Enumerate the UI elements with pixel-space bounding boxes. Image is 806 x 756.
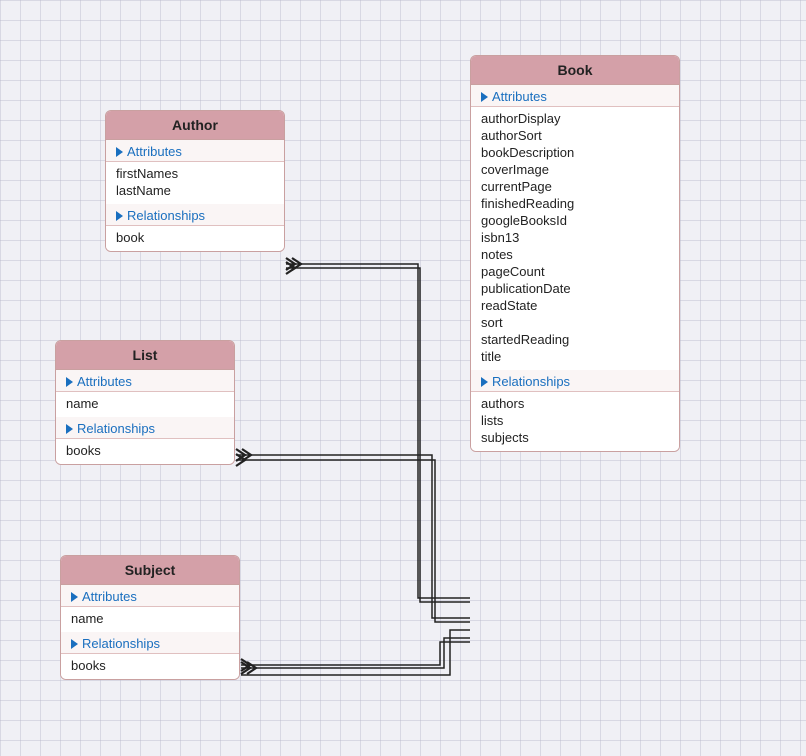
entity-list-attributes-label: Attributes	[56, 370, 234, 392]
field-authors: authors	[481, 395, 669, 412]
field-subjects: subjects	[481, 429, 669, 446]
entity-book: Book Attributes authorDisplay authorSort…	[470, 55, 680, 452]
entity-author-attributes-list: firstNames lastName	[106, 162, 284, 204]
arrow-book-authors-to-author	[286, 268, 470, 602]
entity-book-attributes-label: Attributes	[471, 85, 679, 107]
entity-subject-relationships-list: books	[61, 654, 239, 679]
field-isbn13: isbn13	[481, 229, 669, 246]
field-notes: notes	[481, 246, 669, 263]
field-name: name	[71, 610, 229, 627]
field-pageCount: pageCount	[481, 263, 669, 280]
entity-author-title: Author	[106, 111, 284, 140]
entity-list-title: List	[56, 341, 234, 370]
entity-book-title: Book	[471, 56, 679, 85]
field-bookDescription: bookDescription	[481, 144, 669, 161]
entity-subject-attributes-label: Attributes	[61, 585, 239, 607]
relationships-triangle-icon	[116, 211, 123, 221]
entity-list-relationships-list: books	[56, 439, 234, 464]
arrow-book-to-subject-second	[241, 630, 470, 675]
entity-book-relationships-label: Relationships	[471, 370, 679, 392]
entity-author-relationships-label: Relationships	[106, 204, 284, 226]
field-publicationDate: publicationDate	[481, 280, 669, 297]
entity-book-attributes-list: authorDisplay authorSort bookDescription…	[471, 107, 679, 370]
field-firstNames: firstNames	[116, 165, 274, 182]
entity-list: List Attributes name Relationships books	[55, 340, 235, 465]
attributes-triangle-icon	[66, 377, 73, 387]
field-books: books	[71, 657, 229, 674]
arrow-book-to-author-main	[286, 264, 470, 598]
entity-book-relationships-list: authors lists subjects	[471, 392, 679, 451]
entity-author-relationships-list: book	[106, 226, 284, 251]
field-authorSort: authorSort	[481, 127, 669, 144]
attributes-triangle-icon	[481, 92, 488, 102]
arrow-book-to-list-main	[236, 455, 470, 618]
entity-subject-relationships-label: Relationships	[61, 632, 239, 654]
field-startedReading: startedReading	[481, 331, 669, 348]
field-finishedReading: finishedReading	[481, 195, 669, 212]
field-readState: readState	[481, 297, 669, 314]
entity-subject-attributes-list: name	[61, 607, 239, 632]
attributes-triangle-icon	[71, 592, 78, 602]
field-sort: sort	[481, 314, 669, 331]
arrow-book-lists-to-list	[236, 460, 470, 622]
relationships-triangle-icon	[66, 424, 73, 434]
field-book: book	[116, 229, 274, 246]
entity-subject-title: Subject	[61, 556, 239, 585]
field-lastName: lastName	[116, 182, 274, 199]
entity-subject: Subject Attributes name Relationships bo…	[60, 555, 240, 680]
field-currentPage: currentPage	[481, 178, 669, 195]
arrow-book-subjects-to-subject	[241, 642, 470, 665]
relationships-triangle-icon	[481, 377, 488, 387]
entity-author-attributes-label: Attributes	[106, 140, 284, 162]
field-lists: lists	[481, 412, 669, 429]
field-googleBooksId: googleBooksId	[481, 212, 669, 229]
field-authorDisplay: authorDisplay	[481, 110, 669, 127]
field-title: title	[481, 348, 669, 365]
entity-list-relationships-label: Relationships	[56, 417, 234, 439]
arrow-book-to-subject-main	[241, 638, 470, 668]
field-name: name	[66, 395, 224, 412]
attributes-triangle-icon	[116, 147, 123, 157]
field-books: books	[66, 442, 224, 459]
relationships-triangle-icon	[71, 639, 78, 649]
field-coverImage: coverImage	[481, 161, 669, 178]
entity-list-attributes-list: name	[56, 392, 234, 417]
entity-author: Author Attributes firstNames lastName Re…	[105, 110, 285, 252]
